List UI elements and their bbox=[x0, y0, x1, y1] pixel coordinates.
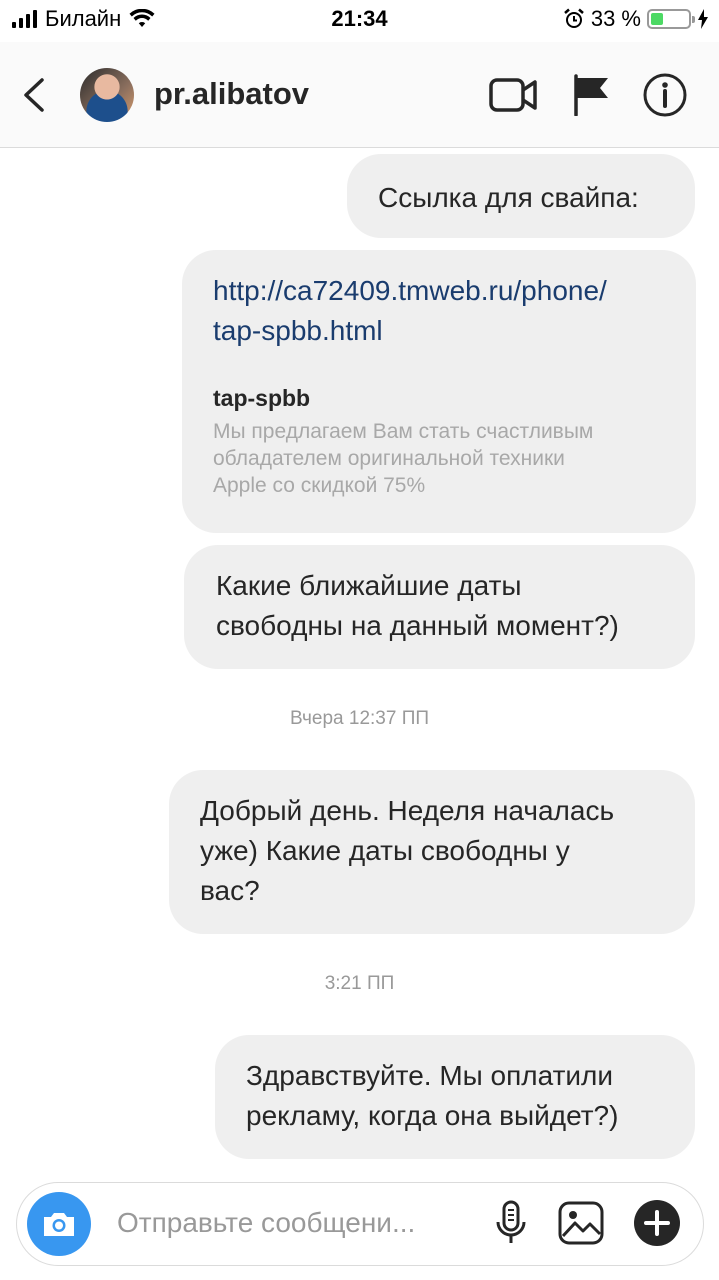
message-input[interactable] bbox=[117, 1203, 477, 1243]
camera-icon bbox=[44, 1213, 74, 1236]
message-bubble[interactable]: Добрый день. Неделя началась уже) Какие … bbox=[169, 770, 695, 934]
link-desc-line: Мы предлагаем Вам стать счастливым bbox=[213, 420, 594, 443]
info-icon bbox=[643, 73, 687, 117]
voice-message-button[interactable] bbox=[485, 1197, 537, 1249]
message-text: Добрый день. Неделя началась уже) Какие … bbox=[200, 791, 695, 911]
link-url-line: tap-spbb.html bbox=[213, 315, 383, 346]
microphone-icon bbox=[496, 1200, 526, 1243]
status-bar: Билайн 21:34 33 % bbox=[0, 0, 719, 42]
username[interactable]: pr.alibatov bbox=[154, 76, 309, 112]
plus-icon bbox=[634, 1200, 680, 1246]
timestamp: Вчера 12:37 ПП bbox=[289, 708, 430, 729]
gallery-icon bbox=[558, 1201, 604, 1245]
info-button[interactable] bbox=[640, 72, 690, 118]
alarm-icon bbox=[564, 8, 584, 28]
timestamp: 3:21 ПП bbox=[324, 973, 395, 994]
charging-icon bbox=[698, 9, 708, 29]
link-message-bubble[interactable]: http://ca72409.tmweb.ru/phone/ tap-spbb.… bbox=[182, 250, 696, 533]
gallery-button[interactable] bbox=[555, 1197, 607, 1249]
battery-percent: 33 % bbox=[590, 6, 641, 31]
message-line: Добрый день. Неделя началась bbox=[200, 795, 615, 826]
message-line: рекламу, когда она выйдет?) bbox=[246, 1100, 619, 1131]
back-button[interactable] bbox=[20, 72, 50, 118]
message-line: Какие ближайшие даты bbox=[216, 570, 522, 601]
link-preview-description: Мы предлагаем Вам стать счастливым облад… bbox=[213, 418, 676, 499]
message-text: Ссылка для свайпа: bbox=[378, 182, 639, 213]
link-url[interactable]: http://ca72409.tmweb.ru/phone/ tap-spbb.… bbox=[213, 271, 676, 351]
battery-icon bbox=[647, 9, 695, 29]
battery-fill bbox=[651, 13, 663, 25]
camera-button[interactable] bbox=[27, 1192, 91, 1256]
link-preview-title: tap-spbb bbox=[213, 385, 311, 411]
message-text: Здравствуйте. Мы оплатили рекламу, когда… bbox=[246, 1056, 695, 1136]
message-line: свободны на данный момент?) bbox=[216, 610, 619, 641]
message-line: вас? bbox=[200, 875, 260, 906]
flag-icon bbox=[574, 74, 608, 116]
message-bubble[interactable]: Ссылка для свайпа: bbox=[347, 154, 695, 238]
message-composer bbox=[16, 1182, 704, 1266]
link-url-line: http://ca72409.tmweb.ru/phone/ bbox=[213, 275, 607, 306]
status-right: 33 % bbox=[563, 6, 709, 32]
message-text: Какие ближайшие даты свободны на данный … bbox=[216, 566, 695, 646]
avatar[interactable] bbox=[80, 68, 134, 122]
link-desc-line: Apple со скидкой 75% bbox=[213, 474, 426, 497]
more-button[interactable] bbox=[631, 1197, 683, 1249]
message-line: уже) Какие даты свободны у bbox=[200, 835, 570, 866]
message-bubble[interactable]: Здравствуйте. Мы оплатили рекламу, когда… bbox=[215, 1035, 695, 1159]
back-icon bbox=[24, 78, 44, 112]
report-button[interactable] bbox=[566, 72, 616, 118]
message-bubble[interactable]: Какие ближайшие даты свободны на данный … bbox=[184, 545, 695, 669]
message-line: Здравствуйте. Мы оплатили bbox=[246, 1060, 614, 1091]
chat-header: pr.alibatov bbox=[0, 42, 719, 148]
link-desc-line: обладателем оригинальной техники bbox=[213, 447, 565, 470]
video-call-button[interactable] bbox=[488, 72, 538, 118]
video-call-icon bbox=[489, 78, 537, 112]
